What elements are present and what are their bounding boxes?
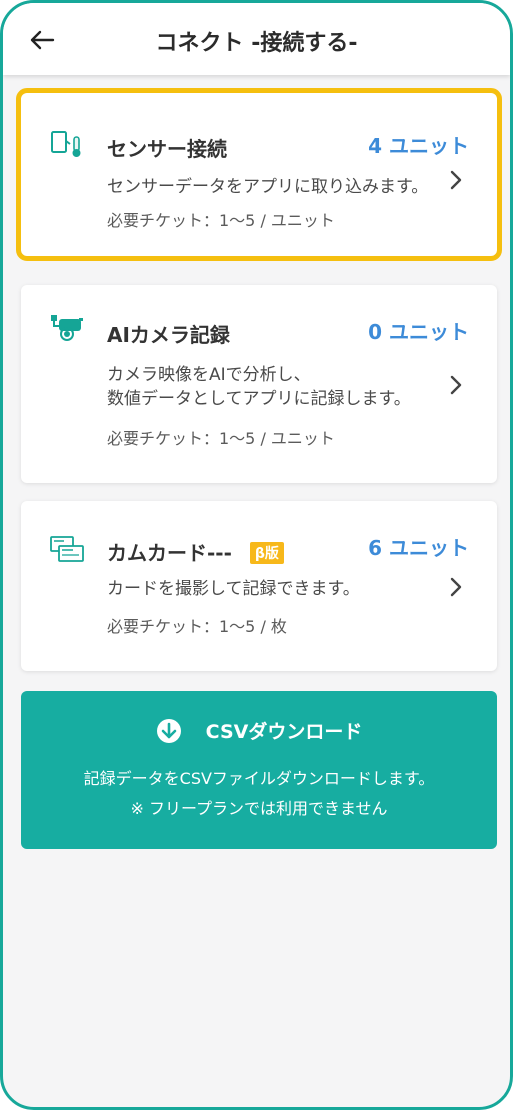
sensor-thermometer-icon: [51, 131, 81, 157]
card-description-line: 数値データとしてアプリに記録します。: [107, 389, 411, 409]
unit-count: 6 ユニット: [368, 536, 469, 560]
csv-title-text: CSVダウンロード: [205, 721, 363, 743]
required-ticket: 必要チケット：1～5 / 枚: [107, 617, 287, 636]
card-title: AIカメラ記録: [107, 323, 230, 347]
card-description-line: カメラ映像をAIで分析し、: [107, 365, 311, 385]
business-card-icon: [50, 536, 84, 562]
ai-camera-card[interactable]: AIカメラ記録 0 ユニット カメラ映像をAIで分析し、 数値データとしてアプリ…: [21, 285, 497, 483]
unit-count: 0 ユニット: [368, 320, 469, 344]
unit-count: 4 ユニット: [368, 134, 469, 158]
card-description: カードを撮影して記録できます。: [107, 579, 360, 599]
sensor-connect-card[interactable]: センサー接続 4 ユニット センサーデータをアプリに取り込みます。 必要チケット…: [16, 88, 502, 261]
card-description: センサーデータをアプリに取り込みます。: [107, 177, 429, 197]
required-ticket: 必要チケット：1～5 / ユニット: [107, 429, 335, 448]
chevron-right-icon: [450, 170, 462, 190]
chevron-right-icon: [450, 577, 462, 597]
required-ticket: 必要チケット：1～5 / ユニット: [107, 211, 335, 230]
csv-free-plan-note: ※ フリープランでは利用できません: [130, 799, 388, 818]
card-title: センサー接続: [107, 137, 227, 161]
csv-description: 記録データをCSVファイルダウンロードします。: [83, 769, 435, 788]
cam-card-card[interactable]: カムカード--- β版 6 ユニット カードを撮影して記録できます。 必要チケット…: [21, 501, 497, 671]
beta-badge: β版: [249, 542, 284, 564]
card-title: カムカード--- β版: [107, 537, 284, 566]
app-frame: コネクト -接続する- センサー接続 4 ユニット センサーデータをアプリに取り…: [0, 0, 513, 1110]
csv-title: CSVダウンロード: [21, 717, 497, 744]
header: コネクト -接続する-: [3, 3, 510, 75]
card-title-text: カムカード---: [107, 541, 232, 565]
csv-download-button[interactable]: CSVダウンロード 記録データをCSVファイルダウンロードします。 ※ フリープ…: [21, 691, 497, 849]
page-title: コネクト -接続する-: [155, 31, 358, 56]
card-description: カメラ映像をAIで分析し、 数値データとしてアプリに記録します。: [107, 363, 465, 411]
chevron-right-icon: [450, 375, 462, 395]
download-circle-icon: [156, 719, 181, 743]
security-camera-icon: [51, 315, 83, 341]
